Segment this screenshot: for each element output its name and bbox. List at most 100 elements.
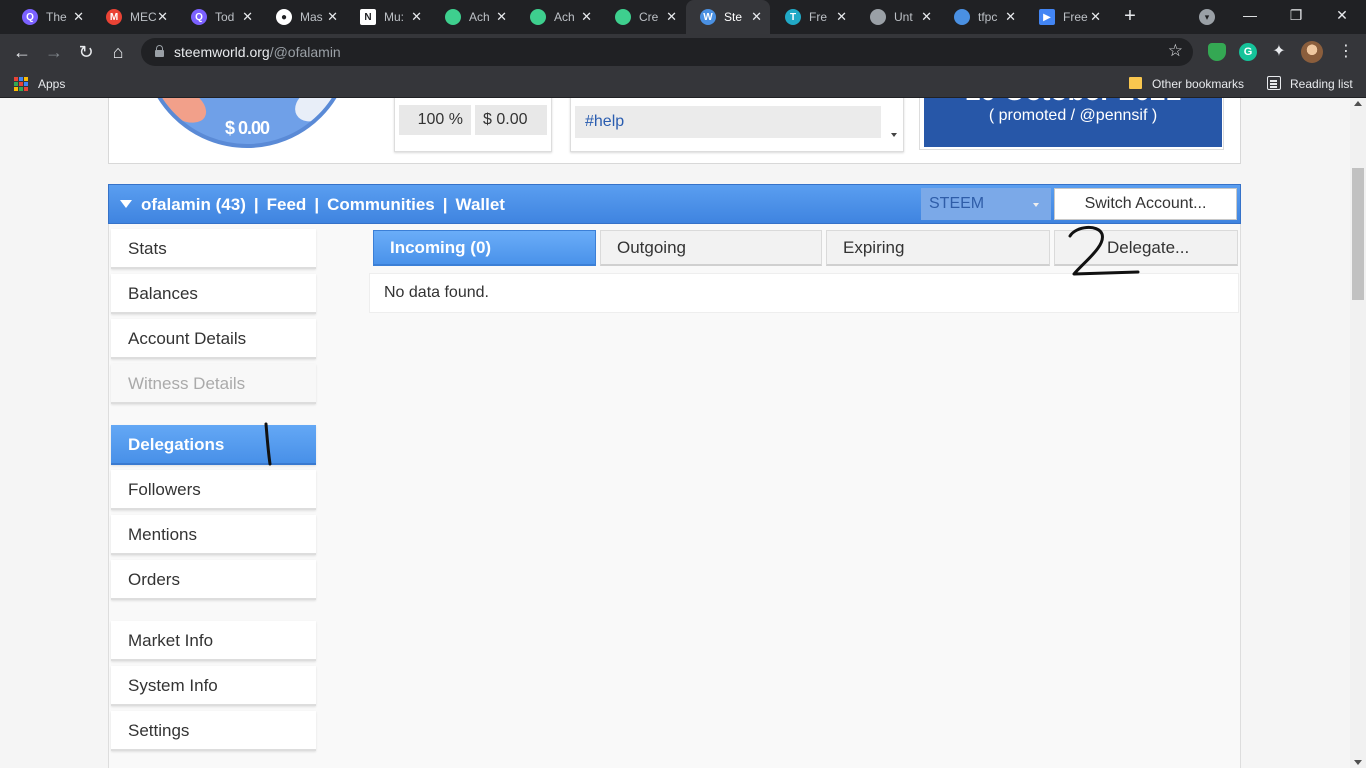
close-icon[interactable]: ✕ — [242, 9, 253, 25]
extensions-puzzle-icon[interactable]: ✦ — [1270, 43, 1288, 61]
browser-tab[interactable]: ▶ Free ✕ — [1025, 0, 1109, 34]
sidebar-item-stats[interactable]: Stats — [111, 229, 316, 269]
sidebar-item-balances[interactable]: Balances — [111, 274, 316, 314]
profile-avatar[interactable] — [1301, 41, 1323, 63]
scrollbar-thumb[interactable] — [1352, 168, 1364, 300]
sidebar-item-followers[interactable]: Followers — [111, 470, 316, 510]
handwritten-annotation-1 — [264, 422, 272, 466]
browser-tab-label: tfpc — [978, 10, 998, 24]
browser-tab-active[interactable]: W Ste ✕ — [686, 0, 770, 34]
handwritten-annotation-2 — [1068, 226, 1140, 276]
close-icon[interactable]: ✕ — [1005, 9, 1016, 25]
separator: | — [314, 195, 320, 214]
folder-icon — [1129, 77, 1142, 89]
scroll-up-arrow-icon[interactable] — [1354, 101, 1362, 106]
scroll-down-arrow-icon[interactable] — [1354, 760, 1362, 765]
voting-power-value: $ 0.00 — [224, 118, 270, 138]
steem-icon — [445, 9, 461, 25]
collapse-arrow-icon[interactable] — [120, 200, 132, 208]
scroll-down-icon[interactable] — [891, 133, 897, 137]
shield-extension-icon[interactable] — [1208, 43, 1226, 61]
tab-incoming[interactable]: Incoming (0) — [373, 230, 596, 266]
switch-account-button[interactable]: Switch Account... — [1054, 188, 1237, 220]
url-text[interactable]: steemworld.org/@ofalamin — [174, 44, 341, 60]
wallet-link[interactable]: Wallet — [456, 195, 505, 214]
browser-tab[interactable]: Q The ✕ — [8, 0, 92, 34]
close-icon[interactable]: ✕ — [73, 9, 84, 25]
lock-icon[interactable] — [155, 45, 164, 57]
close-icon[interactable]: ✕ — [1090, 9, 1101, 25]
bookmark-star-icon[interactable]: ☆ — [1168, 41, 1183, 61]
close-icon[interactable]: ✕ — [751, 9, 762, 25]
browser-toolbar: ← → ↻ ⌂ steemworld.org/@ofalamin ☆ G ✦ ⋮ — [0, 34, 1366, 70]
browser-tab[interactable]: Q Tod ✕ — [177, 0, 261, 34]
browser-tab-strip: Q The ✕ M MEC ✕ Q Tod ✕ ● Mas ✕ N Mu: ✕ … — [0, 0, 1366, 34]
back-button[interactable]: ← — [10, 40, 34, 64]
promo-banner[interactable]: 10 October 2021 ( promoted / @pennsif ) — [924, 98, 1222, 147]
close-icon[interactable]: ✕ — [666, 9, 677, 25]
restore-button[interactable]: ❐ — [1273, 0, 1319, 32]
promo-subtitle: ( promoted / @pennsif ) — [988, 107, 1158, 124]
other-bookmarks[interactable]: Other bookmarks — [1152, 77, 1244, 91]
browser-tab[interactable]: N Mu: ✕ — [346, 0, 430, 34]
close-icon[interactable]: ✕ — [411, 9, 422, 25]
search-icon: Q — [191, 9, 207, 25]
browser-tab[interactable]: ● Mas ✕ — [262, 0, 346, 34]
browser-tab[interactable]: Cre ✕ — [601, 0, 685, 34]
chrome-menu-icon[interactable]: ⋮ — [1337, 43, 1355, 61]
search-icon: Q — [22, 9, 38, 25]
close-icon[interactable]: ✕ — [921, 9, 932, 25]
apps-bookmark[interactable]: Apps — [38, 77, 65, 91]
sidebar-item-witness-details[interactable]: Witness Details — [111, 364, 316, 404]
close-icon[interactable]: ✕ — [581, 9, 592, 25]
sidebar-item-orders[interactable]: Orders — [111, 560, 316, 600]
tab-search-icon[interactable]: ▾ — [1199, 9, 1215, 25]
sidebar-item-delegations[interactable]: Delegations — [111, 425, 316, 465]
new-tab-button[interactable]: + — [1118, 4, 1142, 28]
reading-list[interactable]: Reading list — [1290, 77, 1353, 91]
sidebar-item-system-info[interactable]: System Info — [111, 666, 316, 706]
vote-percent[interactable]: 100 % — [399, 105, 471, 135]
separator: | — [253, 195, 259, 214]
browser-tab[interactable]: Ach ✕ — [516, 0, 600, 34]
minimize-button[interactable]: — — [1227, 0, 1273, 32]
close-icon[interactable]: ✕ — [836, 9, 847, 25]
close-icon[interactable]: ✕ — [157, 9, 168, 25]
browser-tab[interactable]: T Fre ✕ — [771, 0, 855, 34]
feed-link[interactable]: Feed — [267, 195, 307, 214]
browser-tab-label: Mas — [300, 10, 323, 24]
sidebar-item-settings[interactable]: Settings — [111, 711, 316, 751]
reload-button[interactable]: ↻ — [74, 40, 98, 64]
window-close-button[interactable]: ✕ — [1319, 0, 1365, 32]
currency-select[interactable]: STEEM — [921, 188, 1051, 220]
page-viewport: $ 0.00 100 % $ 0.00 #help 10 October 202… — [0, 98, 1350, 768]
browser-tab[interactable]: tfpc ✕ — [940, 0, 1024, 34]
browser-tab[interactable]: M MEC ✕ — [92, 0, 176, 34]
tab-outgoing[interactable]: Outgoing — [600, 230, 822, 266]
sidebar-item-market-info[interactable]: Market Info — [111, 621, 316, 661]
forward-button[interactable]: → — [42, 40, 66, 64]
vote-value: $ 0.00 — [475, 105, 547, 135]
promo-headline: 10 October 2021 — [924, 98, 1222, 107]
tag-link[interactable]: #help — [575, 106, 881, 138]
steem-icon — [530, 9, 546, 25]
separator: | — [442, 195, 448, 214]
tab-expiring[interactable]: Expiring — [826, 230, 1050, 266]
apps-grid-icon[interactable] — [14, 77, 28, 91]
sidebar-item-account-details[interactable]: Account Details — [111, 319, 316, 359]
browser-tab-label: Fre — [809, 10, 827, 24]
browser-tab[interactable]: Unt ✕ — [856, 0, 940, 34]
sidebar-item-mentions[interactable]: Mentions — [111, 515, 316, 555]
browser-tab[interactable]: Ach ✕ — [431, 0, 515, 34]
reading-list-icon — [1267, 76, 1281, 90]
address-bar[interactable]: steemworld.org/@ofalamin ☆ — [141, 38, 1193, 66]
communities-link[interactable]: Communities — [327, 195, 435, 214]
grammarly-extension-icon[interactable]: G — [1239, 43, 1257, 61]
url-domain: steemworld.org — [174, 44, 270, 60]
globe-icon — [870, 9, 886, 25]
page-scrollbar[interactable] — [1350, 98, 1366, 768]
account-name-link[interactable]: ofalamin (43) — [141, 195, 246, 214]
close-icon[interactable]: ✕ — [496, 9, 507, 25]
home-button[interactable]: ⌂ — [106, 40, 130, 64]
close-icon[interactable]: ✕ — [327, 9, 338, 25]
